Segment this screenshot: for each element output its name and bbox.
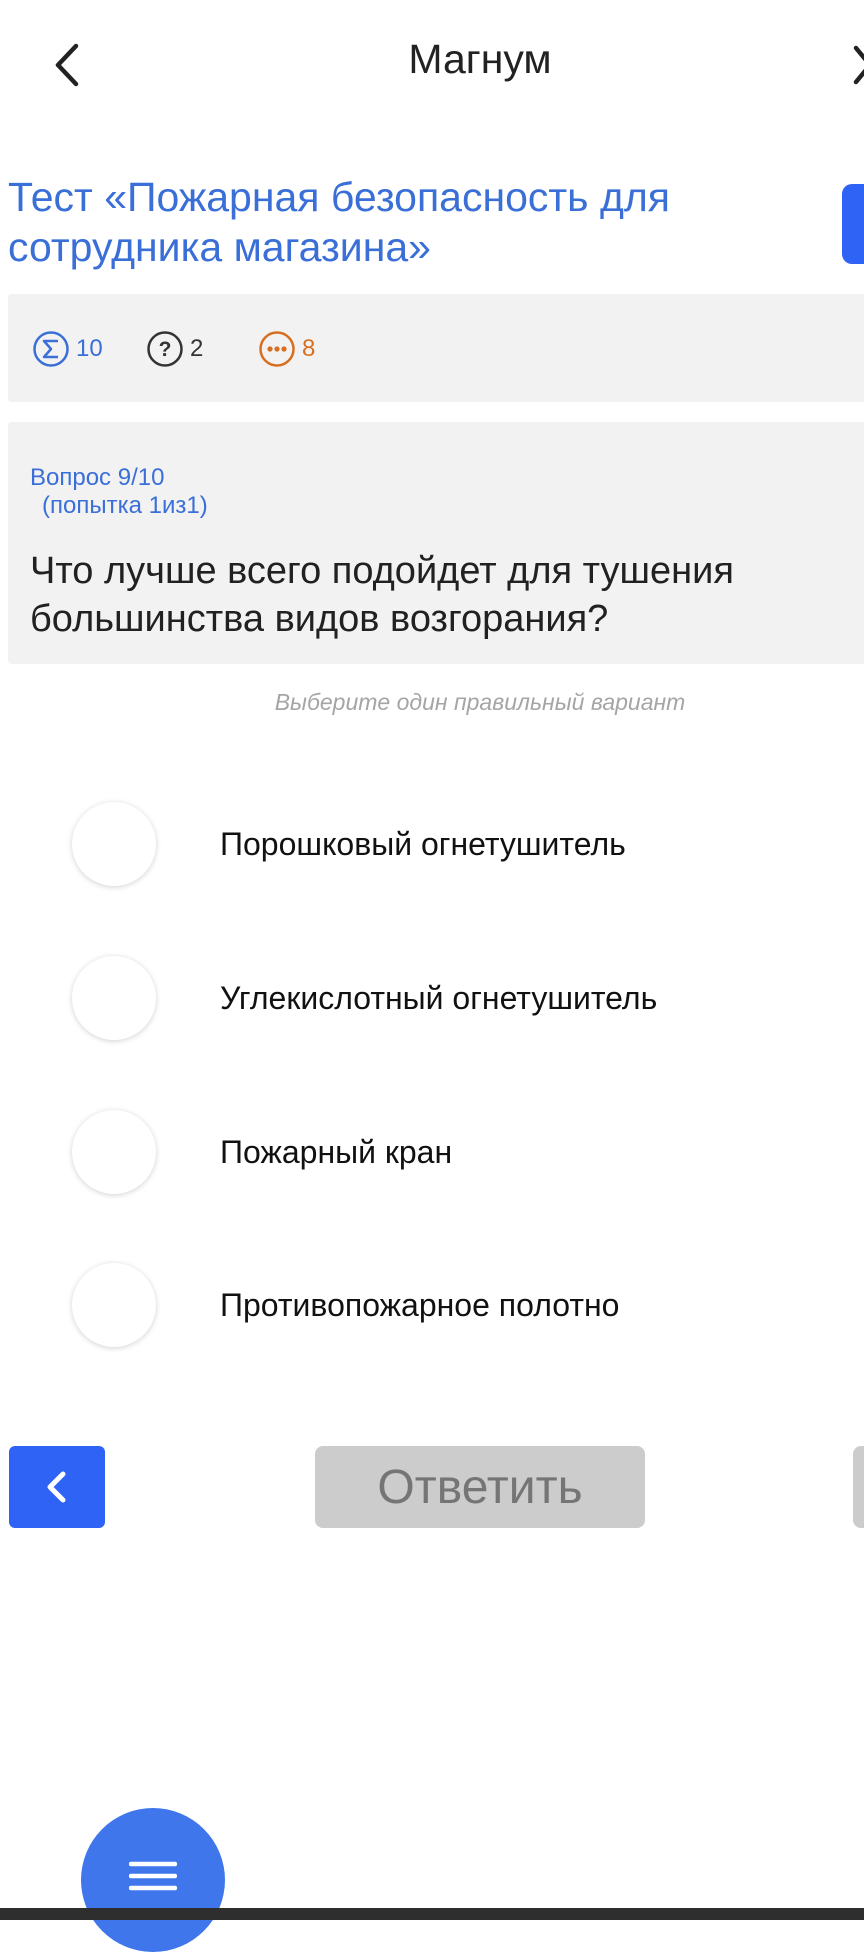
hamburger-icon bbox=[129, 1861, 177, 1891]
question-number: Вопрос 9/10 bbox=[30, 464, 165, 491]
question-text: Что лучше всего подойдет для тушения бол… bbox=[30, 550, 734, 640]
answer-option-4[interactable]: Противопожарное полотно bbox=[0, 1247, 864, 1367]
answer-option-3[interactable]: Пожарный кран bbox=[0, 1094, 864, 1214]
system-navigation-bar bbox=[0, 1908, 864, 1920]
radio-button[interactable] bbox=[72, 1263, 156, 1347]
question-attempt: (попытка 1из1) bbox=[42, 492, 208, 519]
svg-text:?: ? bbox=[159, 338, 172, 361]
answer-option-1[interactable]: Порошковый огнетушитель bbox=[0, 786, 864, 906]
ellipsis-icon bbox=[259, 331, 295, 367]
sigma-icon bbox=[33, 331, 69, 367]
next-question-button[interactable] bbox=[853, 1446, 864, 1528]
stat-remaining: 8 bbox=[258, 330, 315, 368]
side-action-button[interactable] bbox=[842, 184, 864, 264]
stat-total-value: 10 bbox=[76, 335, 103, 362]
answer-option-2[interactable]: Углекислотный огнетушитель bbox=[0, 940, 864, 1060]
stats-bar bbox=[8, 294, 864, 402]
radio-button[interactable] bbox=[72, 956, 156, 1040]
menu-fab-button[interactable] bbox=[81, 1808, 225, 1952]
stat-unanswered-value: 2 bbox=[190, 335, 204, 362]
answer-option-label: Порошковый огнетушитель bbox=[220, 826, 626, 862]
answer-option-label: Пожарный кран bbox=[220, 1134, 453, 1170]
page-title: Магнум bbox=[408, 36, 552, 82]
close-icon bbox=[853, 45, 864, 85]
stat-remaining-value: 8 bbox=[302, 335, 316, 362]
radio-button[interactable] bbox=[72, 1110, 156, 1194]
question-icon: ? bbox=[147, 331, 183, 367]
close-button[interactable] bbox=[844, 30, 864, 100]
answer-button[interactable]: Ответить bbox=[315, 1446, 645, 1528]
radio-button[interactable] bbox=[72, 802, 156, 886]
previous-question-button[interactable] bbox=[9, 1446, 105, 1528]
answer-option-label: Углекислотный огнетушитель bbox=[220, 980, 658, 1016]
answer-hint: Выберите один правильный вариант bbox=[274, 689, 686, 715]
chevron-left-icon bbox=[47, 1471, 66, 1503]
stat-unanswered: ? 2 bbox=[146, 330, 203, 368]
test-title: Тест «Пожарная безопасность для сотрудни… bbox=[8, 174, 670, 270]
answer-option-label: Противопожарное полотно bbox=[220, 1287, 620, 1323]
stat-total: 10 bbox=[32, 330, 103, 368]
